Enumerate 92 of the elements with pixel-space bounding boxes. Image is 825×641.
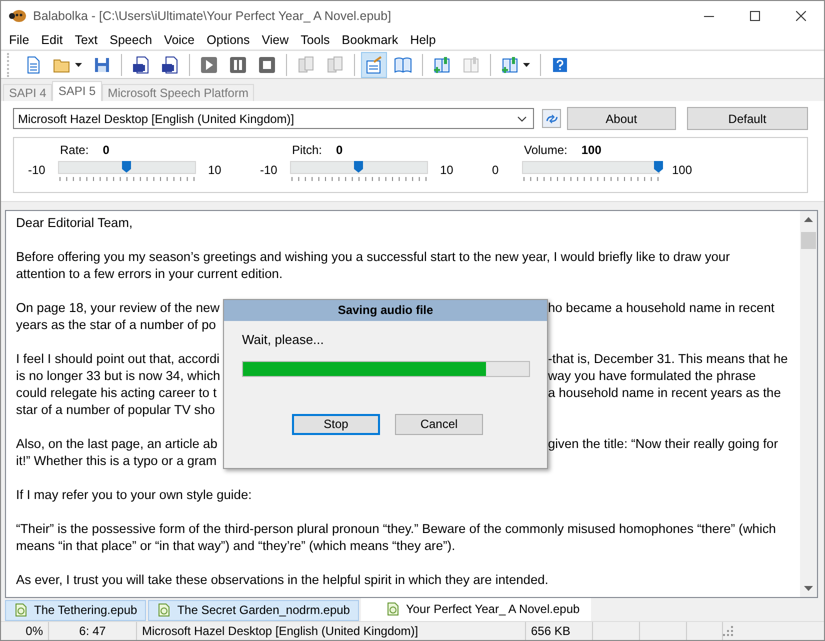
slider-thumb[interactable] <box>654 160 663 173</box>
text-line: means “in that place” or “in that way”) and “they’re” (which means “they are”). <box>16 536 456 554</box>
slider-value: 100 <box>581 142 602 157</box>
document-tab[interactable]: The Tethering.epub <box>5 600 146 621</box>
document-icon <box>326 56 344 74</box>
close-icon <box>796 11 806 21</box>
scroll-up-icon <box>804 216 813 222</box>
menu-item[interactable]: View <box>256 33 295 48</box>
text-line: If I may refer you to your own style guide: <box>16 486 252 503</box>
help-icon <box>551 56 569 74</box>
scrollbar[interactable] <box>800 210 817 597</box>
scroll-thumb[interactable] <box>801 232 816 249</box>
document-icon <box>386 602 400 616</box>
slider-value: 0 <box>102 142 110 157</box>
app-logo-icon <box>9 9 27 23</box>
text-line: it!” Whether this is a typo or a gram <box>16 452 217 469</box>
slider-label: Volume: <box>524 142 568 157</box>
book-icon <box>462 56 480 74</box>
text-line: could relegate his acting career to t <box>16 384 217 401</box>
slider-max-label: 100 <box>671 162 692 177</box>
resize-grip-icon <box>723 626 733 636</box>
text-line: Dear Editorial Team, <box>16 214 133 231</box>
text-line: As ever, I trust you will take these observations in the helpful spirit in which they are intended. <box>16 570 548 588</box>
refresh-button[interactable] <box>542 109 562 128</box>
window-title: Balabolka - [C:\Users\iUltimate\Your Perfect Year_ A Novel.epub] <box>33 9 392 23</box>
slider-max-label: 10 <box>207 162 222 177</box>
status-text: Microsoft Hazel Desktop [English (United Kingdom)] <box>137 622 526 640</box>
slider-thumb[interactable] <box>122 160 131 173</box>
status-text: 0% <box>1 622 49 640</box>
tab[interactable]: SAPI 5 <box>52 80 102 101</box>
text-line: years as the star of a number of po <box>16 316 216 333</box>
menu-item[interactable]: Voice <box>158 33 201 48</box>
tab[interactable]: SAPI 4 <box>3 84 52 101</box>
text-line: is no longer 33 but is now 34, which <box>16 366 220 384</box>
slider-max-label: 10 <box>439 162 454 177</box>
menu-item[interactable]: File <box>3 33 36 48</box>
menu-item[interactable]: Options <box>200 33 256 48</box>
chevron-down-icon <box>517 116 528 122</box>
document-icon <box>14 603 28 618</box>
slider-label: Pitch: <box>292 142 322 157</box>
dialog-button[interactable]: Stop <box>292 414 380 435</box>
slider-label: Rate: <box>60 142 89 157</box>
book-icon <box>501 56 519 74</box>
menu-item[interactable]: Text <box>68 33 104 48</box>
text-line: Also, on the last page, an article ab <box>16 434 218 452</box>
status-text: 6: 47 <box>49 622 137 640</box>
menu-item[interactable]: Speech <box>104 33 158 48</box>
slider-value: 0 <box>336 142 343 157</box>
book-icon <box>394 56 412 74</box>
scroll-down-icon <box>804 586 813 591</box>
status-text: 656 KB <box>526 622 593 640</box>
text-line: I feel I should point out that, accordi <box>16 350 220 367</box>
text-line: Before offering you my season’s greetings and wishing you a successful start to the new year, I would briefly like to draw your <box>16 248 730 265</box>
menu-item[interactable]: Edit <box>35 33 69 48</box>
text-line: On page 18, your review of the new <box>16 298 220 316</box>
dialog-message: Wait, please... <box>241 330 325 349</box>
document-icon <box>161 56 179 74</box>
text-line: attention to a few errors in your current edition. <box>16 264 283 282</box>
document-icon <box>365 56 383 74</box>
refresh-icon <box>544 114 559 124</box>
text-editor[interactable] <box>5 210 818 598</box>
slider-thumb[interactable] <box>354 160 363 173</box>
text-line: ho became a household name in recent <box>548 298 774 316</box>
stop-icon <box>258 56 276 74</box>
tab[interactable]: Microsoft Speech Platform <box>102 84 254 101</box>
play-icon <box>200 56 218 74</box>
slider-min-label: -10 <box>28 162 46 177</box>
pause-icon <box>229 56 247 74</box>
document-tab[interactable]: The Secret Garden_nodrm.epub <box>148 600 359 621</box>
text-line: star of a number of popular TV sho <box>16 400 215 418</box>
text-line: given the title: “Now their really going for <box>548 434 778 452</box>
maximize-icon <box>750 11 760 21</box>
slider-min-label: -10 <box>260 162 278 177</box>
text-line: a household name in recent years as the <box>548 384 781 401</box>
text-line: “Their” is the possessive form of the third-person plural pronoun “they.” Beware of the commonly misused homophones “there” (which <box>16 520 776 537</box>
text-line: way you have formulated the phrase <box>548 366 756 384</box>
document-icon <box>132 56 150 74</box>
document-tab[interactable]: Your Perfect Year_ A Novel.epub <box>360 598 591 621</box>
menu-item[interactable]: Tools <box>294 33 336 48</box>
voice-dropdown[interactable]: Microsoft Hazel Desktop [English (United Kingdom)] <box>13 108 534 130</box>
document-icon <box>157 603 172 618</box>
toolbar-button[interactable] <box>361 52 387 78</box>
dialog-button[interactable]: About <box>567 107 676 130</box>
dialog-title: Saving audio file <box>224 300 547 321</box>
dialog-button[interactable]: Default <box>686 107 808 130</box>
menu-item[interactable]: Help <box>404 33 442 48</box>
document-icon <box>297 56 315 74</box>
slider-min-label: 0 <box>492 162 500 177</box>
text-line: -that is, December 31. This means that he <box>548 350 788 367</box>
dialog-button[interactable]: Cancel <box>395 414 483 435</box>
book-icon <box>433 56 451 74</box>
menu-item[interactable]: Bookmark <box>336 33 404 48</box>
